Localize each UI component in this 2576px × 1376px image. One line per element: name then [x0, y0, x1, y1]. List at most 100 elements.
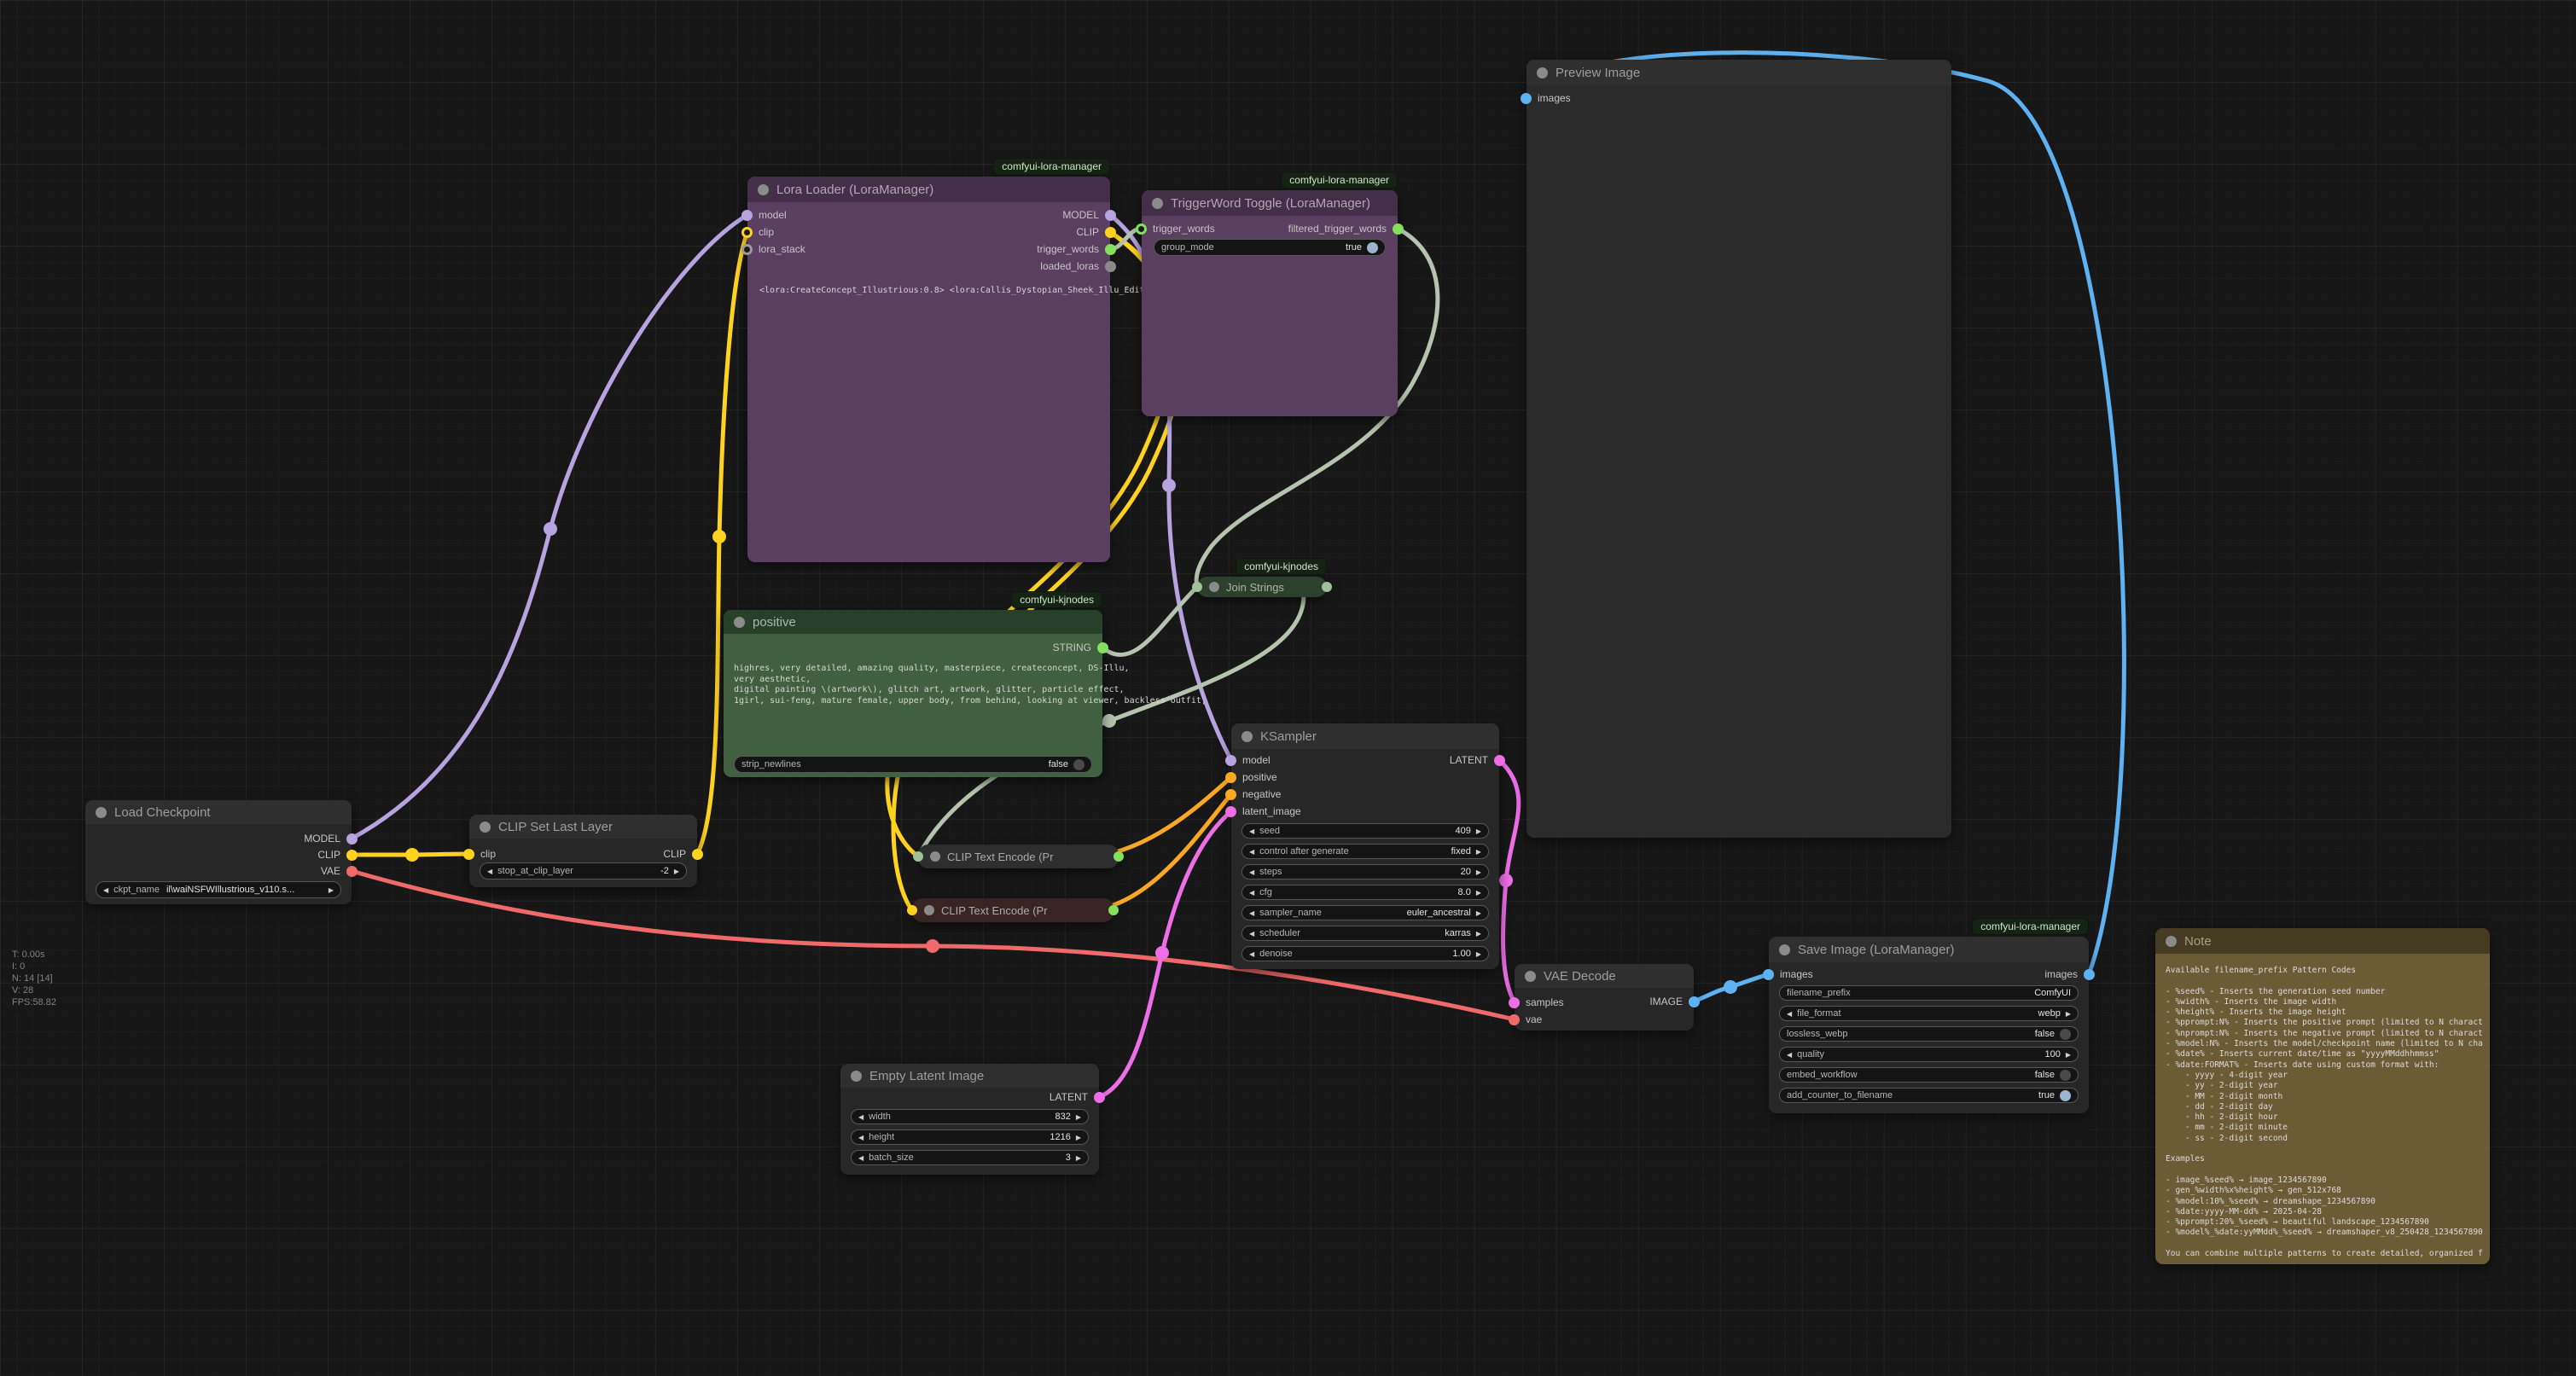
collapsed-output-dot[interactable]: [1322, 582, 1332, 592]
images-output-dot[interactable]: [2084, 969, 2095, 980]
collapse-dot-icon[interactable]: [758, 184, 769, 195]
reroute-dot-vae[interactable]: [926, 939, 939, 953]
node-join-strings[interactable]: comfyui-kjnodes Join Strings: [1197, 577, 1327, 597]
input-slot-images[interactable]: images: [1521, 90, 1571, 107]
steps-widget[interactable]: ◀ steps 20 ▶: [1241, 864, 1489, 880]
loaded-loras-output-dot[interactable]: [1105, 261, 1116, 272]
input-slot-model[interactable]: model: [1225, 752, 1271, 769]
negative-input-dot[interactable]: [1225, 789, 1236, 800]
collapse-dot-icon[interactable]: [734, 617, 745, 628]
reroute-dot-latent-1[interactable]: [1155, 946, 1169, 960]
output-slot-latent[interactable]: LATENT: [1050, 1089, 1105, 1106]
collapsed-output-dot[interactable]: [1108, 905, 1119, 915]
quality-widget[interactable]: ◀ quality 100 ▶: [1779, 1047, 2079, 1062]
latent-output-dot[interactable]: [1094, 1092, 1105, 1103]
input-slot-clip[interactable]: clip: [741, 224, 774, 241]
increment-arrow-icon[interactable]: ▶: [1476, 889, 1481, 897]
denoise-widget[interactable]: ◀ denoise 1.00 ▶: [1241, 946, 1489, 961]
clip-output-dot[interactable]: [692, 849, 703, 860]
increment-arrow-icon[interactable]: ▶: [1476, 868, 1481, 876]
output-slot-clip[interactable]: CLIP: [317, 846, 358, 863]
reroute-dot-model[interactable]: [544, 522, 557, 536]
input-slot-samples[interactable]: samples: [1509, 994, 1564, 1011]
model-input-dot[interactable]: [741, 210, 753, 221]
reroute-dot-latent-2[interactable]: [1499, 874, 1513, 887]
decrement-arrow-icon[interactable]: ◀: [1249, 848, 1254, 856]
lossless-webp-toggle[interactable]: lossless_webp false: [1779, 1026, 2079, 1042]
input-slot-clip[interactable]: clip: [463, 845, 496, 862]
lora-syntax-text[interactable]: <lora:CreateConcept_Illustrious:0.8> <lo…: [759, 286, 1186, 297]
decrement-arrow-icon[interactable]: ◀: [1249, 889, 1254, 897]
increment-arrow-icon[interactable]: ▶: [1476, 848, 1481, 856]
decrement-arrow-icon[interactable]: ◀: [1787, 1010, 1792, 1018]
prompt-text-area[interactable]: highres, very detailed, amazing quality,…: [734, 664, 1207, 706]
input-slot-model[interactable]: model: [741, 206, 787, 224]
embed-workflow-toggle[interactable]: embed_workflow false: [1779, 1067, 2079, 1083]
sampler-name-widget[interactable]: ◀ sampler_name euler_ancestral ▶: [1241, 905, 1489, 920]
output-slot-vae[interactable]: VAE: [321, 862, 358, 880]
decrement-arrow-icon[interactable]: ◀: [1249, 827, 1254, 835]
ckpt-name-widget[interactable]: ◀ ckpt_name il\waiNSFWIllustrious_v110.s…: [96, 881, 341, 898]
toggle-knob-icon[interactable]: [1367, 242, 1378, 253]
collapse-dot-icon[interactable]: [930, 851, 940, 862]
output-slot-loaded-loras[interactable]: loaded_loras: [1040, 258, 1116, 275]
node-note[interactable]: Note Available filename_prefix Pattern C…: [2155, 928, 2490, 1264]
image-output-dot[interactable]: [1689, 996, 1700, 1007]
trigger-words-input-dot[interactable]: [1136, 224, 1147, 235]
output-slot-clip[interactable]: CLIP: [1076, 224, 1116, 241]
collapse-dot-icon[interactable]: [1241, 731, 1253, 742]
add-counter-to-filename-toggle[interactable]: add_counter_to_filename true: [1779, 1088, 2079, 1103]
increment-arrow-icon[interactable]: ▶: [329, 886, 334, 894]
positive-input-dot[interactable]: [1225, 772, 1236, 783]
collapse-dot-icon[interactable]: [1152, 198, 1163, 209]
collapsed-output-dot[interactable]: [1114, 851, 1124, 862]
clip-input-dot[interactable]: [463, 849, 474, 860]
collapse-dot-icon[interactable]: [96, 807, 107, 818]
scheduler-widget[interactable]: ◀ scheduler karras ▶: [1241, 926, 1489, 941]
toggle-knob-icon[interactable]: [2060, 1029, 2071, 1040]
model-output-dot[interactable]: [346, 833, 358, 845]
node-vae-decode[interactable]: VAE Decode samples vae IMAGE: [1515, 964, 1694, 1031]
output-slot-string[interactable]: STRING: [1053, 639, 1108, 656]
increment-arrow-icon[interactable]: ▶: [1476, 930, 1481, 938]
model-output-dot[interactable]: [1105, 210, 1116, 221]
width-widget[interactable]: ◀ width 832 ▶: [851, 1109, 1089, 1124]
increment-arrow-icon[interactable]: ▶: [1076, 1134, 1081, 1141]
collapse-dot-icon[interactable]: [924, 905, 934, 915]
string-output-dot[interactable]: [1097, 642, 1108, 653]
collapse-dot-icon[interactable]: [1537, 67, 1548, 78]
input-slot-vae[interactable]: vae: [1509, 1011, 1542, 1028]
stop-at-clip-layer-widget[interactable]: ◀ stop_at_clip_layer -2 ▶: [480, 862, 687, 880]
images-input-dot[interactable]: [1763, 969, 1774, 980]
collapse-dot-icon[interactable]: [480, 822, 491, 833]
increment-arrow-icon[interactable]: ▶: [2066, 1051, 2071, 1059]
clip-input-dot[interactable]: [741, 227, 753, 238]
reroute-dot-image[interactable]: [1724, 980, 1737, 994]
seed-widget[interactable]: ◀ seed 409 ▶: [1241, 823, 1489, 839]
clip-output-dot[interactable]: [346, 850, 358, 861]
strip-newlines-toggle[interactable]: strip_newlines false: [734, 756, 1092, 773]
node-clip-set-last-layer[interactable]: CLIP Set Last Layer clip CLIP ◀ stop_at_…: [469, 815, 697, 887]
control-after-generate-widget[interactable]: ◀ control after generate fixed ▶: [1241, 844, 1489, 859]
output-slot-filtered-trigger-words[interactable]: filtered_trigger_words: [1288, 220, 1404, 237]
node-graph-canvas[interactable]: Load Checkpoint MODEL CLIP VAE ◀ ckpt_na…: [0, 0, 2576, 1376]
collapse-dot-icon[interactable]: [1779, 944, 1790, 955]
output-slot-model[interactable]: MODEL: [304, 830, 358, 847]
toggle-knob-icon[interactable]: [1073, 759, 1084, 770]
note-text-area[interactable]: Available filename_prefix Pattern Codes …: [2166, 966, 2483, 1257]
node-lora-loader[interactable]: comfyui-lora-manager Lora Loader (LoraMa…: [747, 177, 1110, 562]
height-widget[interactable]: ◀ height 1216 ▶: [851, 1129, 1089, 1145]
images-input-dot[interactable]: [1521, 93, 1532, 104]
decrement-arrow-icon[interactable]: ◀: [1249, 930, 1254, 938]
output-slot-images[interactable]: images: [2044, 966, 2095, 983]
input-slot-images[interactable]: images: [1763, 966, 1813, 983]
output-slot-clip[interactable]: CLIP: [663, 845, 703, 862]
group-mode-toggle[interactable]: group_mode true: [1154, 239, 1386, 256]
reroute-dot-clip-1[interactable]: [405, 848, 419, 862]
increment-arrow-icon[interactable]: ▶: [1476, 909, 1481, 917]
node-preview-image[interactable]: Preview Image images: [1526, 60, 1951, 838]
increment-arrow-icon[interactable]: ▶: [1476, 950, 1481, 958]
decrement-arrow-icon[interactable]: ◀: [1787, 1051, 1792, 1059]
output-slot-model[interactable]: MODEL: [1062, 206, 1116, 224]
filename-prefix-input[interactable]: filename_prefix ComfyUI: [1779, 985, 2079, 1001]
